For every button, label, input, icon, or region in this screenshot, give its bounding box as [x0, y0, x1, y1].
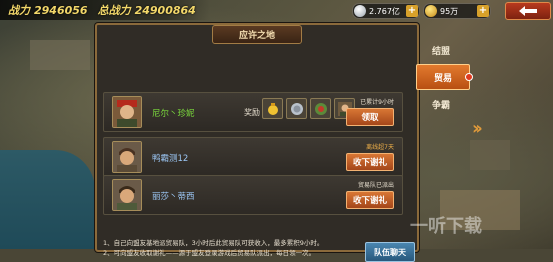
claim-button[interactable]: 领取	[346, 108, 394, 126]
panel-header: 应许之地	[97, 24, 417, 44]
accumulated-hours-note: 已累计9小时	[360, 99, 394, 106]
map-building	[470, 140, 510, 170]
tab-trade-label: 贸易	[433, 73, 452, 84]
avatar	[112, 96, 142, 128]
ally-row: 丽莎丶蒂西 贸易队已派出 收下谢礼	[103, 175, 403, 215]
map-building	[30, 40, 90, 70]
silver-resource: 2.767亿 +	[352, 3, 420, 19]
back-arrow-icon	[519, 6, 537, 16]
notification-dot-icon	[465, 73, 473, 81]
gold-bag-icon	[267, 102, 278, 115]
reward-list	[262, 98, 355, 119]
side-tabs: 结盟 贸易 争霸	[416, 40, 473, 118]
gold-coin-icon	[425, 5, 437, 17]
collect-gift-button[interactable]: 收下谢礼	[346, 153, 394, 171]
ally-row: 尼尔丶珍妮 奖励 已累计9小时 领取	[103, 92, 403, 132]
power-value: 2946056	[34, 3, 88, 17]
reward-item[interactable]	[310, 98, 331, 119]
silver-coin-icon	[354, 5, 366, 17]
power-label: 战力	[8, 4, 30, 17]
reward-label: 奖励	[244, 108, 260, 117]
reward-item[interactable]	[286, 98, 307, 119]
panel-title: 应许之地	[211, 24, 302, 44]
trade-panel: 应许之地 尼尔丶珍妮 奖励 已累计9小时 领取 鸭霸测12 离线超7天 收下谢礼…	[95, 23, 419, 262]
tab-hegemony[interactable]: 争霸	[416, 94, 466, 114]
team-chat-button[interactable]: 队伍聊天	[365, 242, 415, 262]
collect-gift-button[interactable]: 收下谢礼	[346, 191, 394, 209]
reward-item[interactable]	[262, 98, 283, 119]
rule-line: 1、自己向盟友基地派贸易队，3小时后此贸易队可获收入，最多累积9小时。	[103, 239, 324, 247]
back-button[interactable]	[505, 2, 551, 20]
laurel-medal-icon	[314, 102, 327, 115]
gold-resource: 95万 +	[423, 3, 491, 19]
player-name[interactable]: 丽莎丶蒂西	[152, 190, 195, 202]
rule-line: 2、可向盟友收取谢礼——源于盟友登录游戏后贸易队派出，每日领一次。	[103, 249, 316, 257]
total-power-value: 24900864	[134, 3, 196, 17]
tab-trade[interactable]: 贸易	[416, 64, 473, 90]
expand-chevron-icon[interactable]: ››	[472, 118, 483, 139]
watermark: 一听下载	[410, 216, 482, 237]
player-name[interactable]: 尼尔丶珍妮	[152, 107, 195, 119]
silver-value: 2.767亿	[369, 6, 400, 16]
total-power-label: 总战力	[97, 4, 131, 17]
gold-value: 95万	[440, 6, 459, 16]
silver-coin-icon	[290, 102, 303, 115]
avatar	[112, 141, 142, 173]
power-stats-bar: 战力 2946056 总战力 24900864	[0, 0, 210, 20]
offline-note: 离线超7天	[366, 144, 394, 151]
add-silver-button[interactable]: +	[406, 5, 418, 17]
rules-notes: 1、自己向盟友基地派贸易队，3小时后此贸易队可获收入，最多累积9小时。 2、可向…	[103, 238, 363, 258]
tab-alliance[interactable]: 结盟	[416, 40, 466, 60]
player-name[interactable]: 鸭霸测12	[152, 152, 188, 164]
dispatch-note: 贸易队已派出	[357, 182, 394, 189]
map-water	[0, 150, 95, 249]
ally-row: 鸭霸测12 离线超7天 收下谢礼	[103, 137, 403, 177]
avatar	[112, 179, 142, 211]
add-gold-button[interactable]: +	[477, 5, 489, 17]
